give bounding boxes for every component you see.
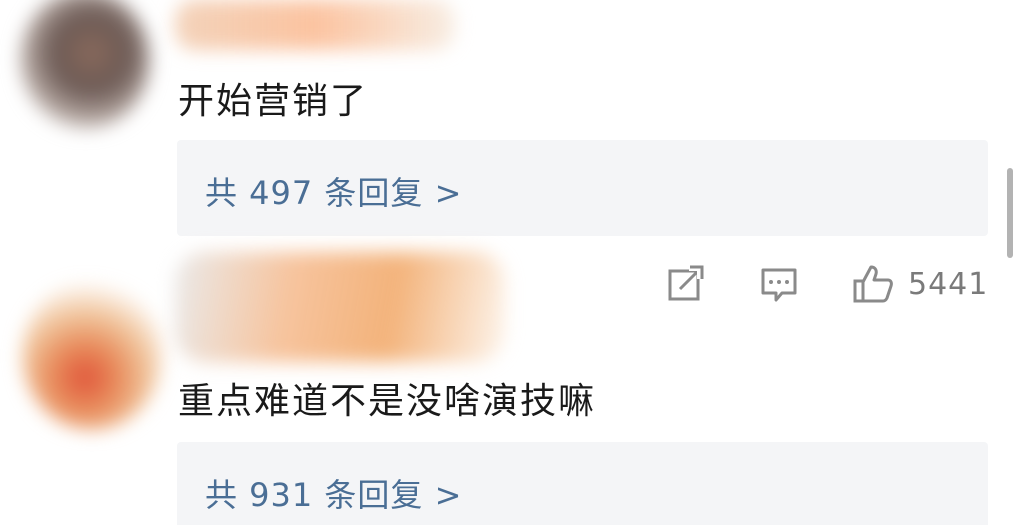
thumbs-up-icon[interactable] [852, 263, 894, 305]
replies-box[interactable]: 共 497 条回复 > [177, 140, 988, 236]
username[interactable] [175, 0, 455, 50]
like-count: 5441 [908, 266, 989, 302]
avatar[interactable] [20, 0, 150, 130]
share-icon[interactable] [664, 263, 706, 305]
replies-box[interactable]: 共 931 条回复 > [177, 442, 988, 525]
scrollbar[interactable] [1007, 168, 1013, 258]
avatar[interactable] [22, 280, 162, 430]
comment-text: 开始营销了 [178, 81, 369, 122]
comment-icon[interactable] [758, 263, 800, 305]
view-replies-link[interactable]: 共 497 条回复 > [205, 168, 462, 214]
username[interactable] [175, 252, 505, 362]
comment-feed: 开始营销了 共 497 条回复 > 5441 重点难道不是没啥演技嘛 共 931… [0, 0, 1024, 525]
comment-text: 重点难道不是没啥演技嘛 [178, 381, 597, 422]
comment-actions: 5441 [664, 262, 988, 306]
view-replies-link[interactable]: 共 931 条回复 > [205, 470, 462, 516]
